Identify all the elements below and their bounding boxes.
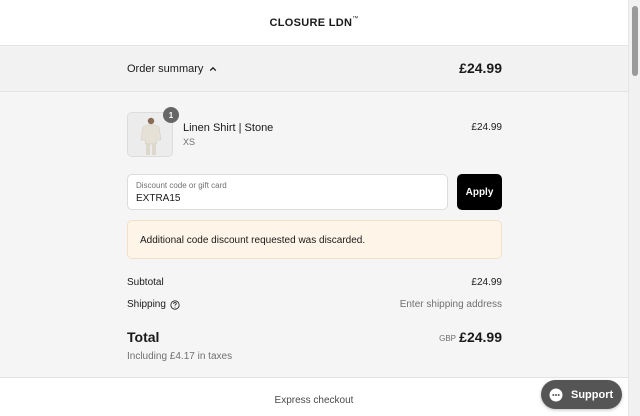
shipping-value: Enter shipping address bbox=[399, 299, 502, 310]
order-summary-total: £24.99 bbox=[459, 60, 502, 76]
question-circle-icon[interactable] bbox=[170, 299, 180, 310]
chevron-up-icon bbox=[210, 66, 217, 72]
brand-name: CLOSURE LDN bbox=[269, 16, 353, 29]
brand-trademark: ™ bbox=[352, 15, 359, 22]
scrollbar-thumb[interactable] bbox=[632, 6, 638, 76]
total-label: Total bbox=[127, 329, 160, 345]
chat-bubble-icon bbox=[549, 388, 563, 401]
express-checkout-heading: Express checkout bbox=[274, 395, 354, 406]
discount-field-value[interactable]: EXTRA15 bbox=[136, 193, 180, 204]
total-row: Total GBP £24.99 bbox=[127, 329, 502, 349]
total-currency: GBP bbox=[439, 334, 456, 343]
order-summary-label: Order summary bbox=[127, 63, 204, 75]
line-item: 1 Linen Shirt | Stone XS £24.99 bbox=[127, 107, 502, 157]
express-checkout-section: Express checkout bbox=[0, 377, 628, 416]
page-scrollbar[interactable] bbox=[628, 0, 640, 416]
shipping-label: Shipping bbox=[127, 299, 166, 310]
subtotal-value: £24.99 bbox=[471, 277, 502, 288]
checkout-page: CLOSURE LDN™ Order summary £24.99 1 Line… bbox=[0, 0, 628, 416]
quantity-badge: 1 bbox=[163, 107, 179, 123]
order-summary-panel: 1 Linen Shirt | Stone XS £24.99 Discount… bbox=[0, 93, 628, 376]
support-label: Support bbox=[571, 388, 614, 401]
subtotal-label: Subtotal bbox=[127, 277, 164, 288]
support-chat-button[interactable]: Support bbox=[541, 380, 622, 409]
product-price: £24.99 bbox=[471, 122, 502, 133]
order-summary-bar: Order summary £24.99 bbox=[0, 47, 628, 92]
brand-logo[interactable]: CLOSURE LDN™ bbox=[269, 15, 359, 29]
discount-code-field[interactable]: Discount code or gift card EXTRA15 bbox=[127, 174, 448, 210]
discount-error-notice: Additional code discount requested was d… bbox=[127, 220, 502, 259]
notice-message: Additional code discount requested was d… bbox=[140, 235, 366, 246]
product-variant: XS bbox=[183, 137, 196, 147]
taxes-note: Including £4.17 in taxes bbox=[127, 351, 233, 362]
order-summary-toggle[interactable]: Order summary bbox=[127, 63, 217, 75]
total-value: £24.99 bbox=[459, 329, 502, 345]
header: CLOSURE LDN™ bbox=[0, 0, 628, 46]
product-name: Linen Shirt | Stone bbox=[183, 122, 274, 134]
discount-field-label: Discount code or gift card bbox=[136, 181, 227, 190]
apply-discount-button[interactable]: Apply bbox=[457, 174, 502, 210]
shipping-label-group: Shipping bbox=[127, 299, 180, 310]
